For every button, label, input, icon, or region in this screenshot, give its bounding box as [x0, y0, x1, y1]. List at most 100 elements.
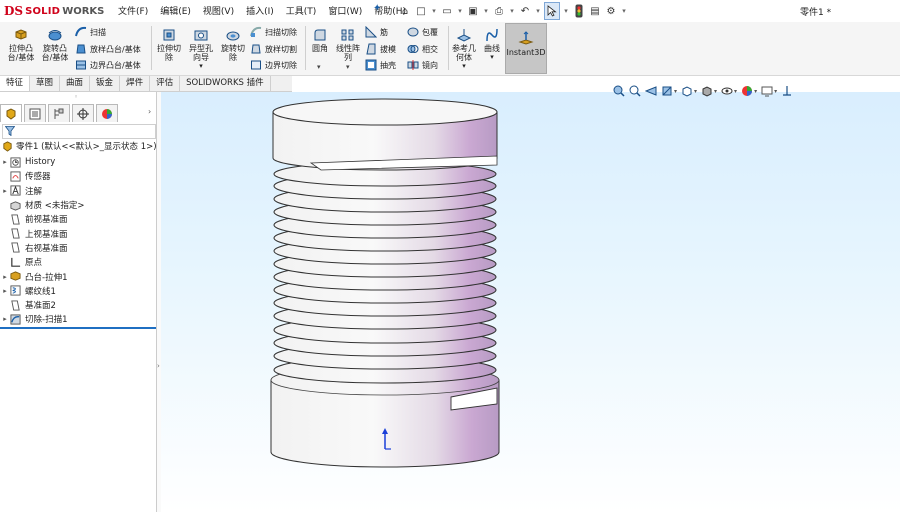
menu-insert[interactable]: 插入(I)	[246, 4, 274, 17]
chevron-down-icon[interactable]: ▾	[317, 63, 321, 71]
tab-sheet-metal[interactable]: 钣金	[90, 76, 121, 91]
home-icon[interactable]: ⌂	[398, 3, 412, 19]
instant3d-button[interactable]: Instant3D	[505, 23, 547, 74]
panel-more-icon[interactable]: ›	[148, 107, 151, 116]
extrude-cut-button[interactable]: 拉伸切 除	[154, 27, 184, 62]
mirror-button[interactable]: 镜向	[407, 59, 438, 71]
save-icon[interactable]: ▣	[466, 3, 480, 19]
tab-weldments[interactable]: 焊件	[120, 76, 151, 91]
tree-root-part[interactable]: 零件1 (默认<<默认>_显示状态 1>)	[2, 140, 157, 152]
boundary-cut-button[interactable]: 边界切除	[250, 59, 297, 71]
loft-cut-button[interactable]: 放样切割	[250, 43, 297, 55]
view-settings-button[interactable]	[781, 85, 793, 97]
chevron-down-icon[interactable]: ▾	[694, 88, 697, 95]
tree-item-right-plane[interactable]: 右视基准面	[0, 241, 156, 255]
revolve-cut-button[interactable]: 旋转切 除	[218, 27, 248, 62]
tree-item-history[interactable]: ▸ History	[0, 155, 156, 169]
revolve-boss-button[interactable]: 旋转凸 台/基体	[38, 27, 72, 62]
hide-show-items-button[interactable]: ▾	[721, 85, 737, 97]
tab-sketch[interactable]: 草图	[30, 76, 61, 91]
reference-geometry-button[interactable]: 参考几 何体 ▾	[451, 27, 477, 71]
tree-item-helix1[interactable]: ▸ 螺纹线1	[0, 284, 156, 298]
intersect-button[interactable]: 相交	[407, 43, 438, 55]
curves-button[interactable]: 曲线 ▾	[480, 27, 504, 62]
chevron-down-icon[interactable]: ▾	[482, 7, 490, 15]
apply-scene-button[interactable]: ▾	[761, 85, 777, 97]
expand-arrow-icon[interactable]: ▸	[0, 315, 10, 323]
chevron-down-icon[interactable]: ▾	[754, 88, 757, 95]
tree-item-boss-extrude1[interactable]: ▸ 凸台-拉伸1	[0, 269, 156, 283]
traffic-light-icon[interactable]	[572, 3, 586, 19]
tree-item-top-plane[interactable]: 上视基准面	[0, 226, 156, 240]
new-document-icon[interactable]: □	[414, 3, 428, 19]
options-gear-icon[interactable]: ⚙	[604, 3, 618, 19]
dimxpert-manager-tab[interactable]	[72, 104, 94, 122]
expand-arrow-icon[interactable]: ▸	[0, 287, 10, 295]
chevron-down-icon[interactable]: ▾	[480, 53, 504, 62]
tab-surfaces[interactable]: 曲面	[60, 76, 91, 91]
tab-solidworks-addins[interactable]: SOLIDWORKS 插件	[180, 76, 271, 91]
tree-item-annotations[interactable]: ▸ 注解	[0, 184, 156, 198]
sweep-cut-button[interactable]: 扫描切除	[250, 26, 297, 38]
chevron-down-icon[interactable]: ▾	[674, 88, 677, 95]
tree-item-cut-sweep1[interactable]: ▸ 切除-扫描1	[0, 312, 156, 329]
print-icon[interactable]: ⎙	[492, 3, 506, 19]
chevron-down-icon[interactable]: ▾	[734, 88, 737, 95]
linear-pattern-button[interactable]: 线性阵 列	[333, 27, 363, 62]
sweep-button[interactable]: 扫描	[75, 26, 106, 38]
display-style-button[interactable]: ▾	[701, 85, 717, 97]
chevron-down-icon[interactable]: ▾	[562, 7, 570, 15]
zoom-to-fit-button[interactable]	[613, 85, 625, 97]
threaded-cylinder-model[interactable]	[161, 92, 900, 512]
draft-button[interactable]: 拔模	[365, 43, 396, 55]
rib-button[interactable]: 筋	[365, 26, 388, 38]
open-folder-icon[interactable]: ▭	[440, 3, 454, 19]
chevron-down-icon[interactable]: ▾	[620, 7, 628, 15]
tree-item-front-plane[interactable]: 前视基准面	[0, 212, 156, 226]
expand-arrow-icon[interactable]: ▸	[0, 187, 10, 195]
menu-window[interactable]: 窗口(W)	[328, 4, 362, 17]
menu-view[interactable]: 视图(V)	[203, 4, 234, 17]
previous-view-button[interactable]	[645, 85, 657, 97]
zoom-area-button[interactable]	[629, 85, 641, 97]
pin-icon[interactable]: ✦	[373, 3, 381, 14]
tab-features[interactable]: 特征	[0, 76, 31, 91]
chevron-down-icon[interactable]: ▾	[451, 62, 477, 71]
section-view-button[interactable]: ▾	[661, 85, 677, 97]
chevron-down-icon[interactable]: ▾	[714, 88, 717, 95]
menu-file[interactable]: 文件(F)	[118, 4, 148, 17]
select-pointer-icon[interactable]	[544, 2, 560, 20]
expand-arrow-icon[interactable]: ▸	[0, 158, 10, 166]
edit-appearance-button[interactable]: ▾	[741, 85, 757, 97]
chevron-down-icon[interactable]: ▾	[430, 7, 438, 15]
chevron-down-icon[interactable]: ▾	[456, 7, 464, 15]
panel-grip-icon[interactable]: ◦	[74, 93, 78, 101]
chevron-down-icon[interactable]: ▾	[508, 7, 516, 15]
menu-edit[interactable]: 编辑(E)	[160, 4, 191, 17]
tree-item-plane2[interactable]: 基准面2	[0, 298, 156, 312]
collapse-arrow-icon[interactable]: ›	[157, 362, 160, 370]
property-manager-tab[interactable]	[24, 104, 46, 122]
graphics-viewport[interactable]: ▾ ▾ ▾ ▾ ▾ ▾	[161, 85, 900, 512]
shell-button[interactable]: 抽壳	[365, 59, 396, 71]
configuration-manager-tab[interactable]	[48, 104, 70, 122]
chevron-down-icon[interactable]: ▾	[774, 88, 777, 95]
chevron-down-icon[interactable]: ▾	[346, 63, 350, 71]
wrap-button[interactable]: 包覆	[407, 26, 438, 38]
tree-item-sensors[interactable]: 传感器	[0, 169, 156, 183]
feature-manager-tab[interactable]	[0, 104, 22, 122]
undo-icon[interactable]: ↶	[518, 3, 532, 19]
solidworks-logo[interactable]: DS SOLID WORKS	[4, 2, 104, 20]
menu-tools[interactable]: 工具(T)	[286, 4, 317, 17]
display-manager-tab[interactable]	[96, 104, 118, 122]
tab-evaluate[interactable]: 评估	[150, 76, 181, 91]
fillet-button[interactable]: 圆角	[308, 27, 332, 53]
expand-arrow-icon[interactable]: ▸	[0, 273, 10, 281]
loft-boss-button[interactable]: 放样凸台/基体	[75, 43, 141, 55]
file-properties-icon[interactable]: ▤	[588, 3, 602, 19]
chevron-down-icon[interactable]: ▾	[186, 62, 216, 71]
hole-wizard-button[interactable]: 异型孔 向导 ▾	[186, 27, 216, 71]
tree-item-material[interactable]: 材质 <未指定>	[0, 198, 156, 212]
boundary-boss-button[interactable]: 边界凸台/基体	[75, 59, 141, 71]
extrude-boss-button[interactable]: 拉伸凸 台/基体	[5, 27, 37, 62]
